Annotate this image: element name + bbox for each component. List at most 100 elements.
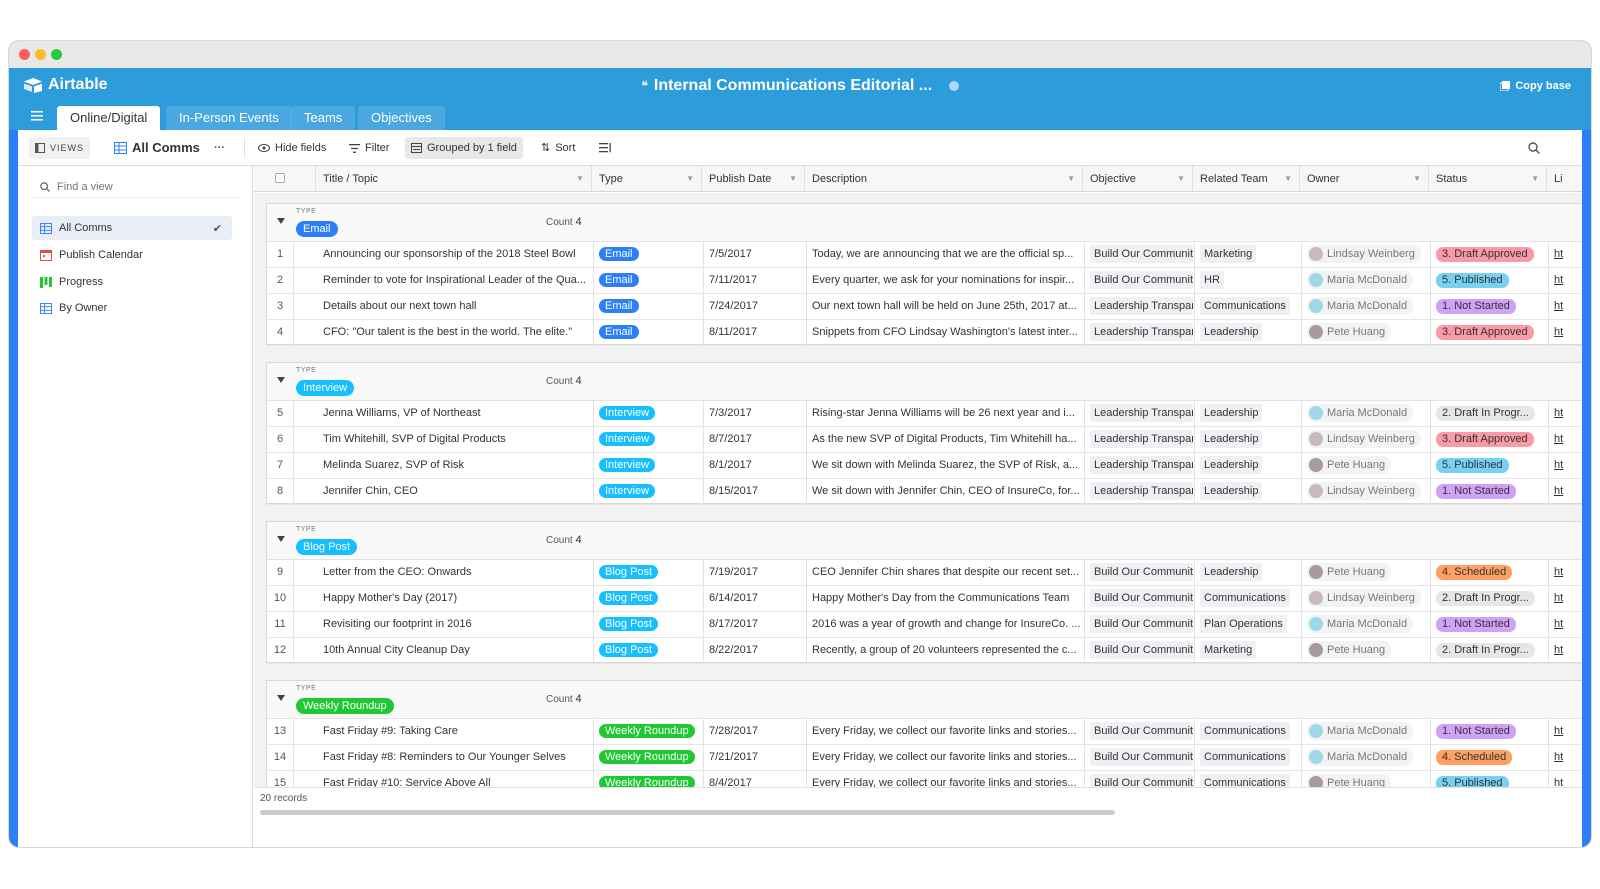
table-row[interactable]: 2 Reminder to vote for Inspirational Lead… [267, 268, 1582, 294]
cell-link[interactable]: ht [1548, 427, 1582, 452]
current-view-button[interactable]: All Comms [108, 137, 206, 159]
cell-objective[interactable]: Leadership Transpar [1084, 453, 1194, 478]
cell-type[interactable]: Weekly Roundup [593, 745, 703, 770]
cell-title[interactable]: Details about our next town hall [317, 294, 593, 319]
cell-date[interactable]: 7/3/2017 [703, 401, 806, 426]
cell-team[interactable]: HR [1194, 268, 1301, 293]
cell-desc[interactable]: Today, we are announcing that we are the… [806, 242, 1084, 267]
cell-owner[interactable]: Pete Huang [1301, 638, 1430, 663]
cell-type[interactable]: Email [593, 294, 703, 319]
cell-team[interactable]: Communications [1194, 745, 1301, 770]
url-link[interactable]: ht [1554, 459, 1563, 471]
sort-button[interactable]: ⇅ Sort [535, 137, 581, 159]
cell-owner[interactable]: Lindsay Weinberg [1301, 479, 1430, 504]
horizontal-scrollbar[interactable] [260, 810, 1115, 815]
cell-team[interactable]: Leadership [1194, 479, 1301, 504]
collapse-triangle-icon[interactable] [277, 218, 285, 224]
views-toggle-button[interactable]: VIEWS [29, 137, 91, 159]
cell-objective[interactable]: Build Our Communit [1084, 242, 1194, 267]
cell-objective[interactable]: Build Our Communit [1084, 719, 1194, 744]
table-row[interactable]: 14 Fast Friday #8: Reminders to Our Young… [267, 745, 1582, 771]
cell-desc[interactable]: CEO Jennifer Chin shares that despite ou… [806, 560, 1084, 585]
copy-base-button[interactable]: Copy base [1500, 80, 1571, 92]
cell-team[interactable]: Leadership [1194, 427, 1301, 452]
cell-link[interactable]: ht [1548, 638, 1582, 663]
cell-link[interactable]: ht [1548, 479, 1582, 504]
cell-n[interactable]: 14 [267, 745, 293, 770]
sidebar-view-by-owner[interactable]: By Owner [32, 296, 232, 320]
group-header[interactable]: TYPE Blog Post Count 4 [267, 522, 1582, 560]
cell-objective[interactable]: Build Our Communit [1084, 560, 1194, 585]
cell-date[interactable]: 8/1/2017 [703, 453, 806, 478]
cell-n[interactable]: 12 [267, 638, 293, 663]
cell-type[interactable]: Interview [593, 479, 703, 504]
cell-link[interactable]: ht [1548, 612, 1582, 637]
cell-objective[interactable]: Build Our Communit [1084, 745, 1194, 770]
cell-title[interactable]: Jenna Williams, VP of Northeast [317, 401, 593, 426]
cell-n[interactable]: 13 [267, 719, 293, 744]
cell-team[interactable]: Leadership [1194, 560, 1301, 585]
cell-type[interactable]: Email [593, 242, 703, 267]
collapse-triangle-icon[interactable] [277, 695, 285, 701]
cell-owner[interactable]: Maria McDonald [1301, 612, 1430, 637]
chevron-down-icon[interactable]: ▼ [1284, 166, 1292, 192]
cell-link[interactable]: ht [1548, 268, 1582, 293]
cell-type[interactable]: Interview [593, 401, 703, 426]
table-row[interactable]: 5 Jenna Williams, VP of Northeast Intervie… [267, 401, 1582, 427]
cell-date[interactable]: 7/5/2017 [703, 242, 806, 267]
cell-date[interactable]: 6/14/2017 [703, 586, 806, 611]
cell-owner[interactable]: Maria McDonald [1301, 719, 1430, 744]
cell-desc[interactable]: Every Friday, we collect our favorite li… [806, 719, 1084, 744]
cell-objective[interactable]: Build Our Communit [1084, 612, 1194, 637]
cell-objective[interactable]: Leadership Transpar [1084, 479, 1194, 504]
cell-n[interactable]: 5 [267, 401, 293, 426]
cell-type[interactable]: Email [593, 320, 703, 345]
url-link[interactable]: ht [1554, 407, 1563, 419]
cell-status[interactable]: 1. Not Started [1430, 612, 1548, 637]
table-row[interactable]: 8 Jennifer Chin, CEO Interview 8/15/2017 We … [267, 479, 1582, 505]
table-row[interactable]: 11 Revisiting our footprint in 2016 Blog P… [267, 612, 1582, 638]
cell-link[interactable]: ht [1548, 294, 1582, 319]
cell-owner[interactable]: Maria McDonald [1301, 401, 1430, 426]
cell-n[interactable]: 11 [267, 612, 293, 637]
cell-status[interactable]: 3. Draft Approved [1430, 427, 1548, 452]
cell-link[interactable]: ht [1548, 586, 1582, 611]
cell-objective[interactable]: Build Our Communit [1084, 268, 1194, 293]
cell-objective[interactable]: Build Our Communit [1084, 638, 1194, 663]
column-header-title[interactable]: Title / Topic ▼ [316, 166, 592, 192]
find-view-input[interactable]: Find a view [30, 176, 240, 198]
cell-owner[interactable]: Lindsay Weinberg [1301, 427, 1430, 452]
url-link[interactable]: ht [1554, 592, 1563, 604]
cell-team[interactable]: Leadership [1194, 401, 1301, 426]
cell-date[interactable]: 8/17/2017 [703, 612, 806, 637]
hamburger-menu-icon[interactable] [31, 110, 45, 122]
cell-title[interactable]: Letter from the CEO: Onwards [317, 560, 593, 585]
cell-type[interactable]: Blog Post [593, 612, 703, 637]
url-link[interactable]: ht [1554, 248, 1563, 260]
cell-title[interactable]: Jennifer Chin, CEO [317, 479, 593, 504]
cell-date[interactable]: 7/19/2017 [703, 560, 806, 585]
column-header-link[interactable]: Li [1547, 166, 1582, 192]
column-header-type[interactable]: Type ▼ [592, 166, 702, 192]
table-row[interactable]: 12 10th Annual City Cleanup Day Blog Post 8… [267, 638, 1582, 664]
chevron-down-icon[interactable]: ▼ [1413, 166, 1421, 192]
url-link[interactable]: ht [1554, 485, 1563, 497]
chevron-down-icon[interactable]: ▼ [1531, 166, 1539, 192]
cell-link[interactable]: ht [1548, 560, 1582, 585]
cell-objective[interactable]: Leadership Transpar [1084, 427, 1194, 452]
cell-title[interactable]: Melinda Suarez, SVP of Risk [317, 453, 593, 478]
cell-date[interactable]: 7/24/2017 [703, 294, 806, 319]
table-row[interactable]: 7 Melinda Suarez, SVP of Risk Interview 8/1… [267, 453, 1582, 479]
cell-owner[interactable]: Maria McDonald [1301, 294, 1430, 319]
cell-date[interactable]: 7/21/2017 [703, 745, 806, 770]
cell-status[interactable]: 3. Draft Approved [1430, 242, 1548, 267]
cell-link[interactable]: ht [1548, 453, 1582, 478]
cell-team[interactable]: Communications [1194, 719, 1301, 744]
cell-date[interactable]: 8/11/2017 [703, 320, 806, 345]
chevron-down-icon[interactable]: ▼ [789, 166, 797, 192]
cell-n[interactable]: 6 [267, 427, 293, 452]
cell-title[interactable]: Tim Whitehill, SVP of Digital Products [317, 427, 593, 452]
table-row[interactable]: 13 Fast Friday #9: Taking Care Weekly Roun… [267, 719, 1582, 745]
cell-desc[interactable]: We sit down with Melinda Suarez, the SVP… [806, 453, 1084, 478]
cell-type[interactable]: Email [593, 268, 703, 293]
